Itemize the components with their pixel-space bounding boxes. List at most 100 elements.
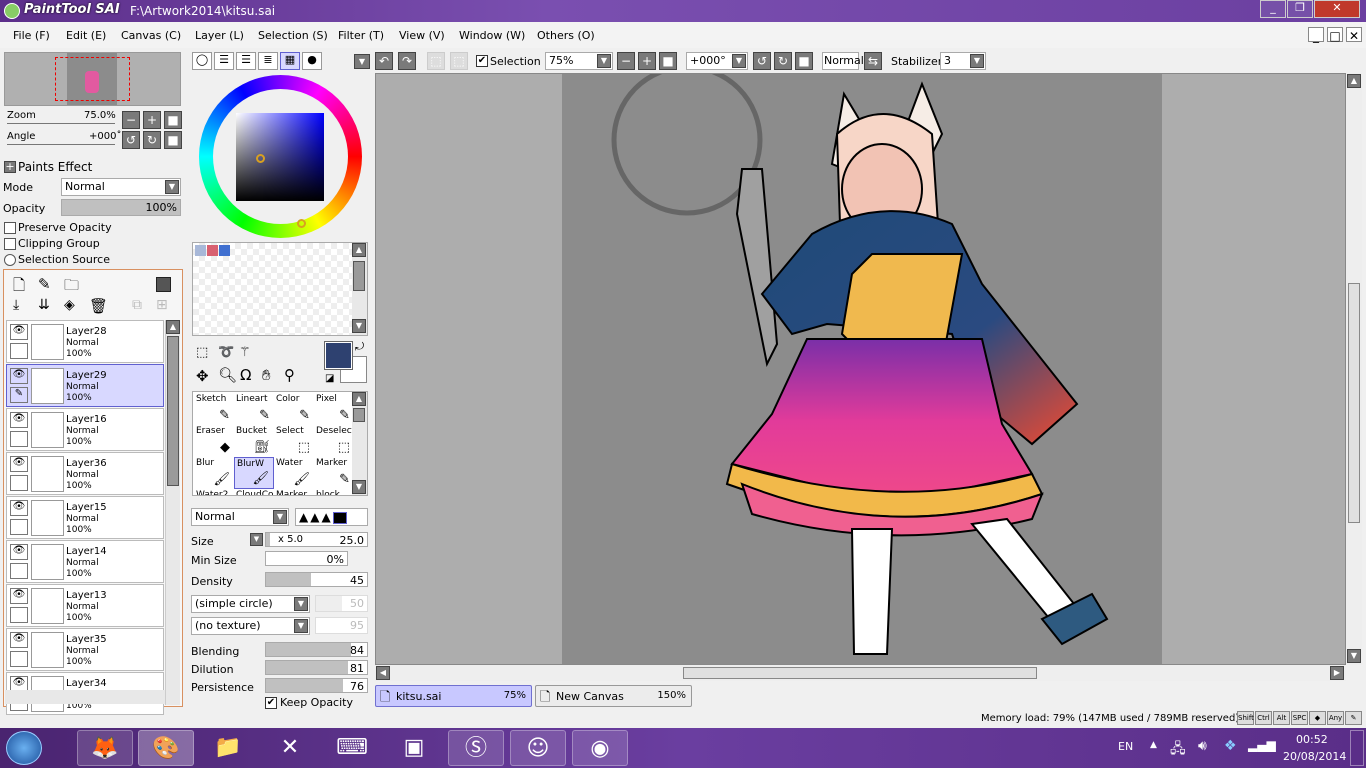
menu-file[interactable]: File (F)	[13, 29, 50, 42]
canvas-rotate-right-button[interactable]: ↻	[774, 52, 792, 70]
move-icon[interactable]: ✥	[196, 367, 209, 385]
redo-button[interactable]: ↷	[398, 52, 416, 70]
zoom-icon[interactable]: 🔍︎	[218, 366, 237, 384]
size-multiplier-dropdown[interactable]: ▼	[250, 533, 263, 546]
opacity-slider[interactable]: 100%	[61, 199, 181, 216]
show-desktop-button[interactable]	[1350, 730, 1364, 766]
color-wheel[interactable]	[199, 75, 362, 238]
brush-shape-select[interactable]: (simple circle) ▼	[191, 595, 310, 613]
brush-texture-select[interactable]: (no texture) ▼	[191, 617, 310, 635]
saturation-value-square[interactable]	[236, 113, 324, 201]
tool-lineart[interactable]: Lineart ✎	[234, 393, 274, 425]
canvas-zoom-reset-button[interactable]: ■	[659, 52, 677, 70]
tool-cloudco[interactable]: CloudCo🖌︎	[234, 489, 274, 495]
volume-icon[interactable]: 🔊︎	[1198, 738, 1207, 754]
color-swatches-tab[interactable]: ▦	[280, 52, 300, 70]
hand-icon[interactable]: ✋︎	[262, 366, 271, 384]
menu-canvas[interactable]: Canvas (C)	[121, 29, 181, 42]
clock-date[interactable]: 20/08/2014	[1283, 750, 1346, 763]
canvas-rotate-reset-button[interactable]: ■	[795, 52, 813, 70]
explorer-taskbar-icon[interactable]: 📁	[200, 730, 256, 766]
menu-window[interactable]: Window (W)	[459, 29, 525, 42]
visibility-eye-icon[interactable]: 👁	[10, 456, 28, 472]
canvas-rotate-left-button[interactable]: ↺	[753, 52, 771, 70]
layer-mode-select[interactable]: Normal ▼	[61, 178, 181, 196]
doc-close-button[interactable]: ✕	[1346, 27, 1362, 43]
doc-restore-button[interactable]: □	[1327, 27, 1343, 43]
persistence-slider[interactable]: 76	[265, 678, 368, 693]
visibility-eye-icon[interactable]: 👁	[10, 412, 28, 428]
canvas-vscroll-thumb[interactable]	[1348, 283, 1360, 523]
layer-lock-checkbox[interactable]	[10, 607, 28, 623]
layer-row[interactable]: 👁 Layer36 Normal 100%	[6, 452, 164, 495]
magic-wand-icon[interactable]: ⚚	[239, 345, 251, 360]
preserve-opacity-checkbox[interactable]	[4, 222, 16, 234]
color-swatch[interactable]	[195, 245, 206, 256]
layer-mask-icon[interactable]	[156, 277, 171, 292]
delete-layer-icon[interactable]: 🗑	[89, 297, 108, 315]
app-taskbar-icon[interactable]: ✕	[262, 730, 318, 766]
zoom-reset-button[interactable]: ■	[164, 111, 182, 129]
navigator-preview[interactable]	[4, 52, 181, 106]
smiley-app-taskbar-icon[interactable]: ☺	[510, 730, 566, 766]
tool-marker[interactable]: Marker ✎	[314, 457, 354, 489]
show-hidden-icons[interactable]: ▲	[1150, 740, 1157, 750]
close-button[interactable]: ✕	[1314, 0, 1360, 18]
hue-picker[interactable]	[297, 219, 306, 228]
skype-taskbar-icon[interactable]: Ⓢ	[448, 730, 504, 766]
blending-slider[interactable]: 84	[265, 642, 368, 657]
dilution-slider[interactable]: 81	[265, 660, 368, 675]
sv-picker[interactable]	[256, 154, 265, 163]
language-indicator[interactable]: EN	[1118, 740, 1133, 753]
canvas-hscroll-thumb[interactable]	[683, 667, 1037, 679]
canvas-vscrollbar[interactable]: ▲ ▼	[1346, 73, 1362, 665]
zoom-slider[interactable]	[7, 123, 115, 124]
layer-lock-checkbox[interactable]	[10, 519, 28, 535]
rect-select-icon[interactable]: ⬚	[196, 345, 208, 360]
visibility-eye-icon[interactable]: 👁	[10, 588, 28, 604]
zoom-out-button[interactable]: −	[122, 111, 140, 129]
menu-filter[interactable]: Filter (T)	[338, 29, 384, 42]
tool-water[interactable]: Water 🖌︎	[274, 457, 314, 489]
keep-opacity-checkbox[interactable]: ✔	[265, 697, 277, 709]
clipping-group-checkbox[interactable]	[4, 238, 16, 250]
tool-blur[interactable]: Blur 🖌︎	[194, 457, 234, 489]
new-linework-layer-icon[interactable]: ✎	[38, 275, 51, 293]
start-button[interactable]	[6, 731, 42, 765]
swap-colors-icon[interactable]: ⤾	[355, 340, 364, 354]
network-tray-icon[interactable]: 🖧	[1170, 738, 1186, 762]
layer-row[interactable]: 👁 Layer35 Normal 100%	[6, 628, 164, 671]
layer-lock-checkbox[interactable]	[10, 475, 28, 491]
rotate-left-button[interactable]: ↺	[122, 131, 140, 149]
brush-texture-strength[interactable]: 95	[315, 617, 368, 634]
visibility-eye-icon[interactable]: 👁	[10, 500, 28, 516]
canvas-zoom-in-button[interactable]: +	[638, 52, 656, 70]
canvas-hscrollbar[interactable]: ◀ ▶	[375, 665, 1346, 681]
brush-edge-options[interactable]: ▲▲▲	[295, 508, 368, 526]
stabilizer-select[interactable]: 3 ▼	[940, 52, 986, 70]
visibility-eye-icon[interactable]: 👁	[10, 324, 28, 340]
tool-scrollbar[interactable]: ▲ ▼	[352, 392, 367, 495]
layer-row[interactable]: 👁 Layer15 Normal 100%	[6, 496, 164, 539]
layer-scrollbar-thumb[interactable]	[167, 336, 179, 486]
brush-shape-strength[interactable]: 50	[315, 595, 368, 612]
density-slider[interactable]: 45	[265, 572, 368, 587]
tool-water2[interactable]: Water2🖌︎	[194, 489, 234, 495]
color-swatch[interactable]	[219, 245, 230, 256]
panel-menu-button[interactable]: ▼	[354, 54, 370, 69]
canvas-zoom-out-button[interactable]: −	[617, 52, 635, 70]
menu-layer[interactable]: Layer (L)	[195, 29, 244, 42]
lasso-icon[interactable]: ➰	[218, 345, 234, 360]
clear-layer-icon[interactable]: ◈	[64, 297, 75, 313]
doc-tab-new-canvas[interactable]: 🗋 New Canvas 150%	[535, 685, 692, 707]
visibility-eye-icon[interactable]: 👁	[10, 632, 28, 648]
rotate-right-button[interactable]: ↻	[143, 131, 161, 149]
undo-button[interactable]: ↶	[375, 52, 393, 70]
brush-blend-mode-select[interactable]: Normal ▼	[191, 508, 289, 526]
rgb-slider-tab[interactable]: ☰	[214, 52, 234, 70]
menu-edit[interactable]: Edit (E)	[66, 29, 106, 42]
angle-slider[interactable]	[7, 144, 115, 145]
view-mode-button[interactable]: Normal	[822, 52, 864, 70]
layer-lock-checkbox[interactable]	[10, 651, 28, 667]
tool-bucket[interactable]: Bucket ⛽︎	[234, 425, 274, 457]
